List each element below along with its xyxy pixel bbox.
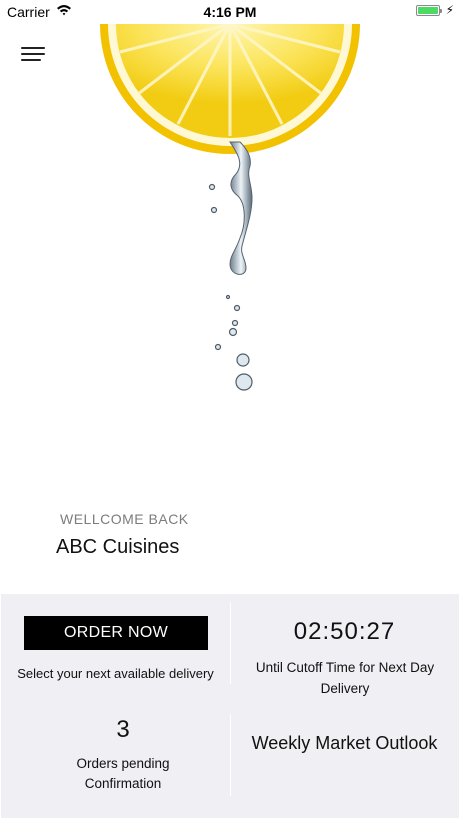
- battery-icon: [416, 5, 442, 16]
- hamburger-menu-icon: [21, 47, 45, 49]
- dashboard-panel: ORDER NOW Select your next available del…: [1, 594, 459, 818]
- countdown-caption: Until Cutoff Time for Next Day Delivery: [255, 660, 435, 696]
- pending-orders-caption: Orders pending Confirmation: [76, 756, 170, 791]
- welcome-label: WELLCOME BACK: [60, 511, 189, 527]
- status-bar: Carrier 4:16 PM ⚡: [0, 0, 460, 24]
- battery-fill: [418, 7, 438, 14]
- status-time: 4:16 PM: [203, 4, 257, 20]
- order-caption: Select your next available delivery: [17, 666, 214, 681]
- weekly-market-outlook-link[interactable]: Weekly Market Outlook: [230, 730, 459, 756]
- lemon-hero-image: [100, 24, 360, 391]
- customer-name: ABC Cuisines: [56, 536, 180, 558]
- order-now-button[interactable]: ORDER NOW: [24, 616, 208, 650]
- cutoff-countdown: 02:50:27: [293, 618, 396, 645]
- pending-orders-count[interactable]: 3: [1, 716, 245, 744]
- bolt-icon: ⚡: [445, 3, 454, 17]
- menu-button[interactable]: [21, 44, 47, 64]
